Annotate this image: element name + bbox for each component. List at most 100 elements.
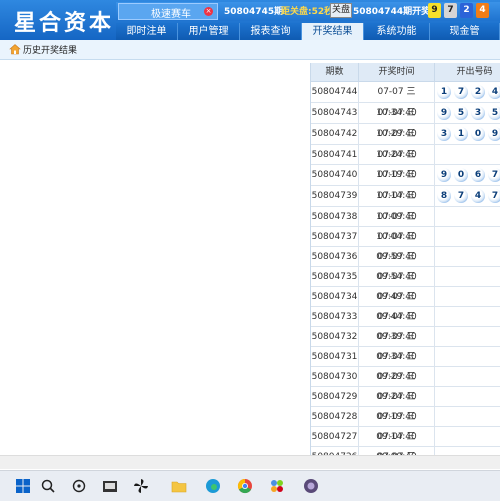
- current-issue: 50804745期: [224, 7, 284, 17]
- cell-numbers: [435, 307, 500, 326]
- number-ball: 5: [454, 106, 468, 120]
- close-icon[interactable]: ×: [204, 7, 213, 16]
- header-issue: 期数: [311, 63, 359, 81]
- header-numbers: 开出号码: [435, 63, 500, 81]
- last-draw-ball: 7: [444, 3, 457, 18]
- cell-issue: 50804743: [311, 103, 359, 124]
- tab-1[interactable]: 即时注单: [116, 23, 178, 40]
- cell-issue: 50804740: [311, 165, 359, 186]
- folder-icon[interactable]: [170, 477, 188, 495]
- windows-taskbar: [0, 470, 500, 501]
- cell-issue: 50804741: [311, 145, 359, 165]
- pinwheel-app-icon[interactable]: [132, 477, 150, 495]
- table-row: 50804738 07-07 三 10:04:40: [311, 207, 500, 242]
- number-ball: 7: [454, 189, 468, 203]
- task-view-icon[interactable]: [70, 477, 88, 495]
- number-ball: 1: [437, 85, 451, 99]
- media-app-icon[interactable]: [302, 477, 320, 495]
- table-row: 50804742 07-07 三 10:24:40 3 1 0 9: [311, 124, 500, 160]
- close-market-button[interactable]: 关盘: [330, 3, 352, 18]
- cell-numbers: [435, 367, 500, 386]
- last-draw-ball: 2: [460, 3, 473, 18]
- cell-numbers: 8747: [435, 186, 500, 205]
- cell-issue: 50804742: [311, 124, 359, 145]
- results-table: 期数 开奖时间 开出号码 50804744 07-07 三 10:34:40 1 7 2…: [310, 63, 500, 455]
- cell-numbers: [435, 267, 500, 286]
- cell-time: 07-07 三 10:09:40: [359, 186, 435, 222]
- cell-issue: 50804736: [311, 247, 359, 267]
- game-selector-label: 极速赛车: [151, 9, 191, 20]
- cell-issue: 50804731: [311, 347, 359, 367]
- table-row: 50804735 07-07 三 09:49:40: [311, 267, 500, 302]
- cell-numbers: [435, 447, 500, 455]
- table-row: 50804733 07-07 三 09:39:40: [311, 307, 500, 342]
- app-logo: 星合资本: [14, 11, 115, 36]
- table-row: 50804732 07-07 三 09:34:40: [311, 327, 500, 362]
- cell-time: 07-07 三 10:29:40: [359, 103, 435, 139]
- number-ball: 7: [488, 168, 500, 182]
- cell-time: 07-07 三 09:49:40: [359, 267, 435, 302]
- horizontal-scrollbar[interactable]: [0, 455, 500, 469]
- search-icon[interactable]: [39, 477, 57, 495]
- header-time: 开奖时间: [359, 63, 435, 81]
- cell-numbers: [435, 207, 500, 226]
- number-ball: 9: [437, 106, 451, 120]
- cell-issue: 50804728: [311, 407, 359, 427]
- cell-time: 07-07 三 10:04:40: [359, 207, 435, 242]
- cell-time: 07-07 三 09:59:40: [359, 227, 435, 262]
- cell-numbers: 3109: [435, 124, 500, 143]
- tab-5[interactable]: 系统功能: [364, 23, 430, 40]
- cell-time: 07-07 三 10:14:40: [359, 165, 435, 201]
- app-store-icon[interactable]: [268, 477, 286, 495]
- tab-2[interactable]: 用户管理: [178, 23, 240, 40]
- table-row: 5080472607-07 三 09:04:40: [311, 447, 500, 455]
- table-header: 期数 开奖时间 开出号码: [311, 63, 500, 82]
- cell-numbers: [435, 427, 500, 446]
- tab-4[interactable]: 开奖结果: [302, 23, 364, 40]
- cell-issue: 50804739: [311, 186, 359, 207]
- cell-issue: 50804726: [311, 447, 359, 455]
- windows-start-icon[interactable]: [14, 477, 32, 495]
- number-ball: 1: [454, 127, 468, 141]
- cell-issue: 50804732: [311, 327, 359, 347]
- number-ball: 3: [471, 106, 485, 120]
- edge-browser-icon[interactable]: [204, 477, 222, 495]
- table-row: 50804728 07-07 三 09:14:40: [311, 407, 500, 442]
- main-tabs: 即时注单 用户管理 报表查询 开奖结果 系统功能 现金管: [116, 23, 500, 40]
- tab-6[interactable]: 现金管: [430, 23, 500, 40]
- cell-numbers: 9067: [435, 165, 500, 184]
- close-countdown: 距关盘:52秒: [281, 7, 334, 17]
- table-row: 50804734 07-07 三 09:44:40: [311, 287, 500, 322]
- cell-time: 07-07 三 10:34:40: [359, 82, 435, 118]
- chrome-browser-icon[interactable]: [236, 477, 254, 495]
- cell-time: 07-07 三 09:29:40: [359, 347, 435, 382]
- cell-numbers: 1724: [435, 82, 500, 101]
- cell-issue: 50804729: [311, 387, 359, 407]
- table-row: 50804739 07-07 三 10:09:40 8 7 4 7: [311, 186, 500, 222]
- cell-time: 07-07 三 09:24:40: [359, 367, 435, 402]
- game-selector[interactable]: 极速赛车 ×: [118, 3, 218, 20]
- table-row: 50804730 07-07 三 09:24:40: [311, 367, 500, 402]
- cell-time: 07-07 三 09:09:40: [359, 427, 435, 455]
- number-ball: 0: [454, 168, 468, 182]
- cell-numbers: [435, 347, 500, 366]
- cell-issue: 50804738: [311, 207, 359, 227]
- cell-time: 07-07 三 10:24:40: [359, 124, 435, 160]
- table-row: 50804729 07-07 三 09:19:40: [311, 387, 500, 422]
- file-explorer-icon[interactable]: [101, 477, 119, 495]
- tab-3[interactable]: 报表查询: [240, 23, 302, 40]
- cell-time: 07-07 三 09:14:40: [359, 407, 435, 442]
- cell-numbers: [435, 227, 500, 246]
- number-ball: 6: [471, 168, 485, 182]
- number-ball: 7: [488, 189, 500, 203]
- breadcrumb: 历史开奖结果: [0, 40, 500, 60]
- cell-issue: 50804734: [311, 287, 359, 307]
- cell-time: 07-07 三 09:19:40: [359, 387, 435, 422]
- cell-time: 07-07 三 09:44:40: [359, 287, 435, 322]
- cell-numbers: [435, 407, 500, 426]
- cell-issue: 50804733: [311, 307, 359, 327]
- number-ball: 9: [437, 168, 451, 182]
- number-ball: 3: [437, 127, 451, 141]
- home-icon: [9, 44, 21, 55]
- last-draw-label: 50804744期开奖:: [353, 7, 434, 17]
